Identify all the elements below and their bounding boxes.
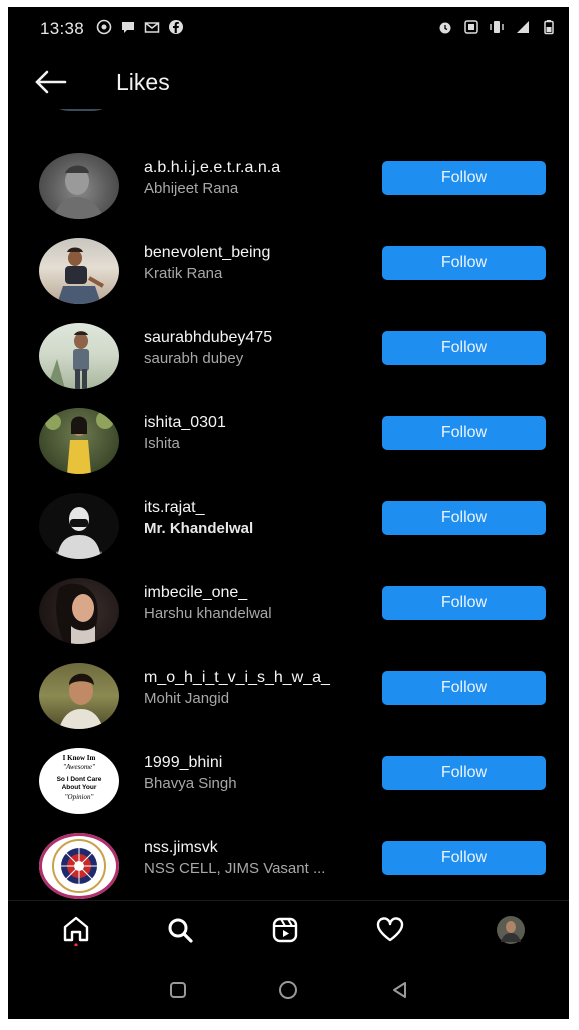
battery-icon bbox=[544, 20, 554, 35]
back-triangle-icon bbox=[393, 982, 406, 998]
username[interactable]: imbecile_one_ bbox=[144, 584, 247, 602]
phone-screen: 13:38 Likes a.b.h.i.j.e.e.t.r.a.n.a Abhi… bbox=[8, 7, 569, 1019]
full-name: Harshu khandelwal bbox=[144, 605, 272, 622]
svg-text:"Awesome": "Awesome" bbox=[63, 763, 95, 771]
reels-tab[interactable] bbox=[265, 911, 305, 949]
recents-button[interactable] bbox=[164, 978, 192, 1002]
profile-avatar bbox=[497, 916, 525, 944]
username[interactable]: saurabhdubey475 bbox=[144, 329, 272, 347]
likes-header: Likes bbox=[8, 55, 569, 111]
avatar[interactable] bbox=[39, 663, 119, 729]
list-item[interactable]: saurabhdubey475 saurabh dubey Follow bbox=[8, 315, 569, 400]
username[interactable]: a.b.h.i.j.e.e.t.r.a.n.a bbox=[144, 159, 280, 177]
svg-text:"Opinion": "Opinion" bbox=[65, 793, 94, 801]
status-time: 13:38 bbox=[40, 19, 85, 38]
avatar[interactable] bbox=[39, 833, 119, 899]
list-item[interactable]: its.rajat_ Mr. Khandelwal Follow bbox=[8, 485, 569, 570]
bottom-nav bbox=[8, 900, 569, 959]
system-nav-bar bbox=[8, 958, 569, 1019]
avatar bbox=[40, 109, 122, 111]
full-name: Bhavya Singh bbox=[144, 775, 237, 792]
full-name: NSS CELL, JIMS Vasant ... bbox=[144, 860, 326, 877]
follow-button[interactable]: Follow bbox=[382, 416, 546, 450]
follow-button[interactable]: Follow bbox=[382, 756, 546, 790]
avatar[interactable] bbox=[39, 578, 119, 644]
follow-button[interactable]: Follow bbox=[382, 841, 546, 875]
vibrate-icon bbox=[490, 21, 504, 33]
list-item[interactable]: benevolent_being Kratik Rana Follow bbox=[8, 230, 569, 315]
avatar[interactable] bbox=[39, 238, 119, 304]
list-item-partial bbox=[8, 109, 569, 127]
back-button[interactable] bbox=[386, 978, 414, 1002]
list-item[interactable]: nss.jimsvk NSS CELL, JIMS Vasant ... Fol… bbox=[8, 825, 569, 899]
avatar[interactable] bbox=[39, 408, 119, 474]
status-bar: 13:38 bbox=[8, 7, 569, 51]
list-item[interactable]: I Know Im "Awesome" So I Dont Care About… bbox=[8, 740, 569, 825]
svg-text:So I Dont Care: So I Dont Care bbox=[57, 776, 102, 783]
avatar[interactable]: I Know Im "Awesome" So I Dont Care About… bbox=[39, 748, 119, 814]
svg-text:About Your: About Your bbox=[62, 784, 97, 791]
home-tab[interactable] bbox=[56, 911, 96, 949]
username[interactable]: ishita_0301 bbox=[144, 414, 226, 432]
list-item[interactable]: a.b.h.i.j.e.e.t.r.a.n.a Abhijeet Rana Fo… bbox=[8, 145, 569, 230]
page-title: Likes bbox=[116, 69, 170, 95]
home-icon bbox=[63, 916, 89, 946]
whatsapp-icon bbox=[96, 19, 112, 35]
avatar[interactable] bbox=[39, 153, 119, 219]
search-icon bbox=[168, 918, 193, 943]
likes-list[interactable]: a.b.h.i.j.e.e.t.r.a.n.a Abhijeet Rana Fo… bbox=[8, 109, 569, 899]
list-item[interactable]: imbecile_one_ Harshu khandelwal Follow bbox=[8, 570, 569, 655]
follow-button[interactable]: Follow bbox=[382, 331, 546, 365]
nfc-icon bbox=[464, 20, 478, 34]
avatar[interactable] bbox=[39, 323, 119, 389]
gmail-icon bbox=[144, 22, 160, 33]
follow-button[interactable]: Follow bbox=[382, 586, 546, 620]
activity-tab[interactable] bbox=[370, 911, 410, 949]
full-name: Mohit Jangid bbox=[144, 690, 230, 707]
nss-logo bbox=[52, 839, 106, 893]
username[interactable]: nss.jimsvk bbox=[144, 839, 218, 857]
username[interactable]: 1999_bhini bbox=[144, 754, 222, 772]
follow-button[interactable]: Follow bbox=[382, 161, 546, 195]
follow-button[interactable]: Follow bbox=[382, 671, 546, 705]
follow-button[interactable]: Follow bbox=[382, 246, 546, 280]
full-name: Ishita bbox=[144, 435, 180, 452]
alarm-icon bbox=[439, 22, 451, 34]
full-name: Mr. Khandelwal bbox=[144, 520, 254, 537]
avatar[interactable] bbox=[39, 493, 119, 559]
follow-button[interactable]: Follow bbox=[382, 501, 546, 535]
full-name: Kratik Rana bbox=[144, 265, 223, 282]
list-item[interactable]: m_o_h_i_t_v_i_s_h_w_a_ Mohit Jangid Foll… bbox=[8, 655, 569, 740]
recents-icon bbox=[170, 982, 186, 998]
username[interactable]: benevolent_being bbox=[144, 244, 270, 262]
avatar-quote-image: I Know Im "Awesome" So I Dont Care About… bbox=[57, 754, 102, 801]
home-button[interactable] bbox=[274, 978, 302, 1002]
svg-text:I Know Im: I Know Im bbox=[63, 754, 96, 762]
list-item[interactable]: ishita_0301 Ishita Follow bbox=[8, 400, 569, 485]
username[interactable]: its.rajat_ bbox=[144, 499, 204, 517]
full-name: Abhijeet Rana bbox=[144, 180, 239, 197]
signal-icon bbox=[517, 21, 529, 33]
username[interactable]: m_o_h_i_t_v_i_s_h_w_a_ bbox=[144, 669, 330, 687]
chat-icon bbox=[122, 22, 134, 33]
heart-icon bbox=[376, 917, 404, 942]
home-circle-icon bbox=[279, 981, 297, 999]
full-name: saurabh dubey bbox=[144, 350, 244, 367]
back-arrow-icon[interactable] bbox=[32, 67, 68, 97]
reels-icon bbox=[272, 917, 298, 943]
profile-tab[interactable] bbox=[491, 911, 531, 949]
search-tab[interactable] bbox=[160, 911, 200, 949]
facebook-icon bbox=[169, 20, 183, 34]
